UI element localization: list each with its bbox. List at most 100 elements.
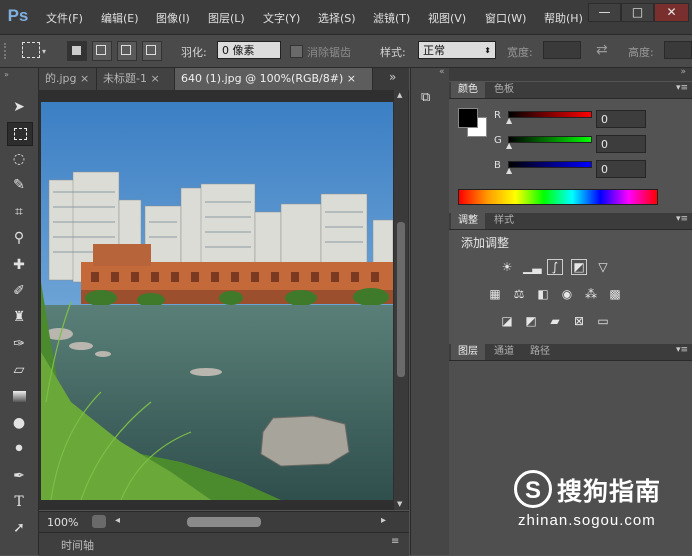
swap-icon[interactable]: ⇄ [596, 42, 608, 58]
tab-layers[interactable]: 图层 [451, 344, 485, 360]
dock-collapse-icon[interactable]: « [439, 67, 445, 77]
eyedropper-tool-icon[interactable]: ⚲ [7, 227, 31, 249]
path-select-tool-icon[interactable]: ➚ [7, 517, 31, 539]
style-select[interactable]: 正常 ⬍ [418, 41, 496, 59]
channel-b-input[interactable]: 0 [596, 160, 646, 178]
foreground-color-swatch[interactable] [458, 108, 478, 128]
menu-image[interactable]: 图像(I) [156, 10, 190, 26]
vibrance-icon[interactable]: ▽ [595, 259, 611, 275]
preset-dropdown-icon[interactable]: ▾ [42, 47, 46, 56]
panel-menu-icon[interactable]: ▾≡ [676, 214, 688, 224]
posterize-icon[interactable]: ◩ [523, 313, 539, 329]
rect-marquee-preset-icon[interactable] [22, 42, 40, 58]
menu-layer[interactable]: 图层(L) [208, 10, 245, 26]
slider-handle-icon[interactable]: ▲ [506, 166, 512, 175]
subtract-selection-icon[interactable] [117, 41, 137, 61]
scroll-left-icon[interactable]: ◂ [115, 515, 120, 526]
menu-view[interactable]: 视图(V) [428, 10, 466, 26]
slider-handle-icon[interactable]: ▲ [506, 141, 512, 150]
color-balance-icon[interactable]: ⚖ [511, 286, 527, 302]
channel-mixer-icon[interactable]: ⁂ [583, 286, 599, 302]
document-info-icon[interactable] [92, 515, 106, 528]
selective-color-icon[interactable]: ⊠ [571, 313, 587, 329]
history-brush-tool-icon[interactable]: ✑ [7, 333, 31, 355]
hue-saturation-icon[interactable]: ▦ [487, 286, 503, 302]
menu-help[interactable]: 帮助(H) [544, 10, 584, 26]
scroll-down-icon[interactable]: ▼ [397, 500, 402, 508]
rect-marquee-tool-icon[interactable] [7, 122, 33, 146]
history-panel-icon[interactable]: ⧉ [421, 90, 437, 106]
channel-r-input[interactable]: 0 [596, 110, 646, 128]
menu-window[interactable]: 窗口(W) [485, 10, 526, 26]
tab-document-active[interactable]: 640 (1).jpg @ 100%(RGB/8#) × [175, 68, 373, 90]
menu-type[interactable]: 文字(Y) [263, 10, 300, 26]
menu-select[interactable]: 选择(S) [318, 10, 356, 26]
layers-panel-tabs: 图层 通道 路径 ▾≡ [449, 344, 692, 361]
minimize-button[interactable]: — [588, 3, 621, 22]
feather-input[interactable]: 0 像素 [217, 41, 281, 59]
photo-filter-icon[interactable]: ◉ [559, 286, 575, 302]
height-input[interactable] [664, 41, 692, 59]
tab-styles[interactable]: 样式 [487, 213, 521, 229]
levels-icon[interactable]: ▁▃ [523, 259, 541, 275]
maximize-button[interactable]: □ [621, 3, 654, 22]
exposure-icon[interactable]: ◩ [571, 259, 587, 275]
clone-stamp-tool-icon[interactable]: ♜ [7, 306, 31, 328]
gradient-tool-icon[interactable] [7, 386, 31, 408]
tab-document-1[interactable]: 的.jpg × [39, 68, 97, 90]
invert-icon[interactable]: ◪ [499, 313, 515, 329]
pen-tool-icon[interactable]: ✒ [7, 465, 31, 487]
close-button[interactable]: ✕ [654, 3, 689, 22]
channel-g-input[interactable]: 0 [596, 135, 646, 153]
quick-select-tool-icon[interactable]: ✎ [7, 174, 31, 196]
panel-menu-icon[interactable]: ▾≡ [676, 83, 688, 93]
new-selection-icon[interactable] [67, 41, 87, 61]
brightness-icon[interactable]: ☀ [499, 259, 515, 275]
panel-menu-icon[interactable]: ▾≡ [676, 345, 688, 355]
add-selection-icon[interactable] [92, 41, 112, 61]
menu-filter[interactable]: 滤镜(T) [373, 10, 410, 26]
menu-file[interactable]: 文件(F) [46, 10, 83, 26]
zoom-level[interactable]: 100% [47, 516, 78, 529]
color-lookup-icon[interactable]: ▩ [607, 286, 623, 302]
tab-color[interactable]: 颜色 [451, 82, 485, 98]
timeline-tab[interactable]: 时间轴 [61, 537, 94, 553]
type-tool-icon[interactable]: T [7, 491, 31, 513]
lasso-tool-icon[interactable]: ◌ [7, 148, 31, 170]
slider-handle-icon[interactable]: ▲ [506, 116, 512, 125]
black-white-icon[interactable]: ◧ [535, 286, 551, 302]
document-canvas[interactable] [41, 102, 393, 500]
menu-edit[interactable]: 编辑(E) [101, 10, 139, 26]
tab-channels[interactable]: 通道 [487, 344, 521, 360]
tool-panel: » ➤ ◌ ✎ ⌗ ⚲ ✚ ✐ ♜ ✑ ▱ ● ⚫ ✒ T ➚ [0, 68, 39, 555]
tab-adjustments[interactable]: 调整 [451, 213, 485, 229]
scroll-right-icon[interactable]: ▸ [381, 515, 386, 526]
curves-icon[interactable]: ∫ [547, 259, 563, 275]
tabs-overflow-icon[interactable]: » [389, 70, 396, 84]
healing-brush-tool-icon[interactable]: ✚ [7, 254, 31, 276]
blur-tool-icon[interactable]: ● [7, 412, 31, 434]
panel-menu-icon[interactable]: ≡ [391, 536, 399, 547]
antialias-checkbox[interactable] [290, 45, 303, 58]
threshold-icon[interactable]: ▰ [547, 313, 563, 329]
crop-tool-icon[interactable]: ⌗ [7, 201, 31, 223]
brush-tool-icon[interactable]: ✐ [7, 280, 31, 302]
color-spectrum-bar[interactable] [458, 189, 658, 205]
horizontal-scroll-thumb[interactable] [187, 517, 261, 527]
channel-r-slider[interactable] [508, 111, 592, 118]
gradient-map-icon[interactable]: ▭ [595, 313, 611, 329]
intersect-selection-icon[interactable] [142, 41, 162, 61]
move-tool-icon[interactable]: ➤ [7, 96, 31, 118]
channel-b-slider[interactable] [508, 161, 592, 168]
tab-document-2[interactable]: 未标题-1 × [97, 68, 175, 90]
tab-paths[interactable]: 路径 [523, 344, 557, 360]
channel-g-slider[interactable] [508, 136, 592, 143]
tab-swatches[interactable]: 色板 [487, 82, 521, 98]
eraser-tool-icon[interactable]: ▱ [7, 359, 31, 381]
dock-expand-icon[interactable]: » [680, 67, 686, 77]
collapse-icon[interactable]: » [4, 70, 9, 79]
vertical-scroll-thumb[interactable] [397, 222, 405, 377]
width-input[interactable] [543, 41, 581, 59]
dodge-tool-icon[interactable]: ⚫ [7, 438, 31, 460]
scroll-up-icon[interactable]: ▲ [397, 91, 402, 99]
